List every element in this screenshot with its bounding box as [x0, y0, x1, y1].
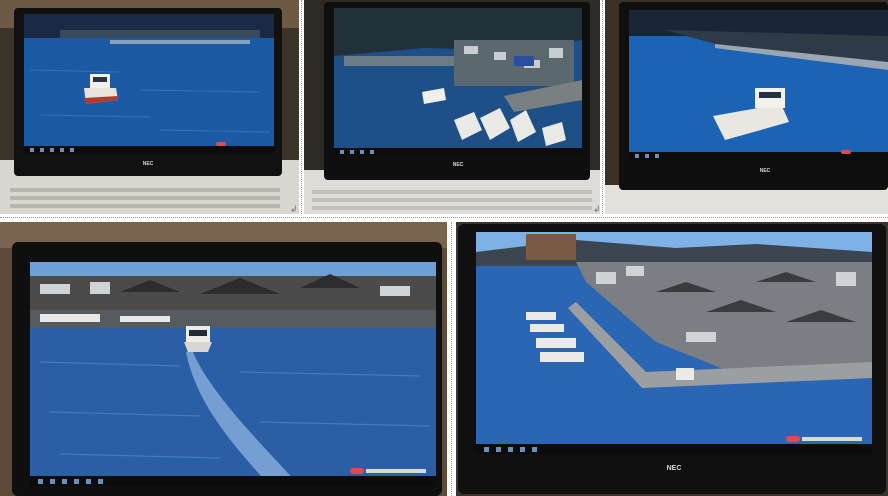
photo-laptop-boat-open-water: NEC	[0, 0, 299, 214]
photo-1-brand-logo: NEC	[143, 161, 154, 167]
photo-3-brand-logo: NEC	[760, 168, 771, 174]
photo-5-image: NEC	[456, 222, 888, 496]
photo-3-image: NEC	[605, 0, 888, 214]
photo-laptop-boat-wake	[0, 222, 447, 496]
photo-4-image	[0, 222, 447, 496]
photo-laptop-aerial-harbor-town: NEC	[456, 222, 888, 496]
separator-vertical-1	[301, 0, 302, 214]
photo-5-brand-logo: NEC	[667, 465, 682, 472]
paragraph-mark: ↲	[593, 204, 601, 214]
paragraph-mark: ↲	[290, 204, 298, 214]
separator-vertical-3	[451, 222, 452, 496]
photo-laptop-boat-breakwater: NEC	[605, 0, 888, 214]
photo-2-image: NEC	[304, 0, 600, 214]
photo-2-brand-logo: NEC	[453, 162, 464, 168]
separator-horizontal	[0, 217, 888, 218]
photo-laptop-harbor-moored-boats: NEC	[304, 0, 600, 214]
photo-1-image: NEC	[0, 0, 299, 214]
separator-vertical-2	[602, 0, 603, 214]
